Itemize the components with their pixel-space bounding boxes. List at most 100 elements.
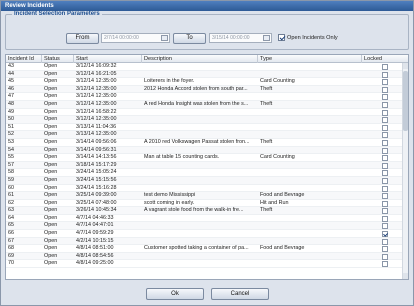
table-row[interactable]: 59 Open 3/24/14 15:15:56 xyxy=(6,176,402,185)
table-row[interactable]: 48 Open 3/12/14 12:35:00 A red Honda Insigh… xyxy=(6,100,402,109)
locked-checkbox[interactable] xyxy=(382,94,388,101)
scroll-up-arrow[interactable] xyxy=(403,63,408,69)
locked-checkbox[interactable] xyxy=(382,155,388,162)
cell-incident-id: 53 xyxy=(8,138,14,145)
table-row[interactable]: 64 Open 4/7/14 04:46:33 xyxy=(6,215,402,223)
table-row[interactable]: 65 Open 4/7/14 04:47:01 xyxy=(6,222,402,231)
table-row[interactable]: 46 Open 3/12/14 12:35:00 2012 Honda Accord … xyxy=(6,85,402,94)
col-header-incident-id[interactable]: Incident Id xyxy=(6,55,42,63)
locked-checkbox[interactable] xyxy=(382,215,388,222)
cell-description xyxy=(142,63,258,71)
locked-checkbox[interactable] xyxy=(382,71,388,78)
cell-type xyxy=(258,215,362,223)
cell-type xyxy=(258,177,362,185)
locked-checkbox[interactable] xyxy=(382,253,388,260)
table-row[interactable]: 49 Open 3/12/14 16:58:22 xyxy=(6,109,402,117)
cell-description: A red Honda Insight was stolen from the … xyxy=(144,100,249,107)
table-row[interactable]: 58 Open 3/24/14 15:05:24 xyxy=(6,169,402,177)
locked-checkbox[interactable] xyxy=(382,170,388,177)
locked-checkbox[interactable] xyxy=(382,117,388,124)
table-row[interactable]: 57 Open 3/18/14 15:17:29 xyxy=(6,161,402,170)
table-row[interactable]: 53 Open 3/14/14 09:56:06 A 2010 red Volkswa… xyxy=(6,139,402,147)
calendar-icon[interactable] xyxy=(263,35,270,41)
table-row[interactable]: 55 Open 3/14/14 14:13:56 Man at table 15 co… xyxy=(6,154,402,162)
cell-incident-id: 66 xyxy=(8,230,14,237)
to-date-field[interactable]: 3/15/14 00:00:00 xyxy=(209,33,272,43)
locked-checkbox[interactable] xyxy=(382,139,388,146)
table-row[interactable]: 66 Open 4/7/14 09:59:29 xyxy=(6,230,402,238)
locked-checkbox[interactable] xyxy=(382,223,388,230)
table-row[interactable]: 51 Open 3/13/14 11:04:36 xyxy=(6,124,402,132)
table-row[interactable]: 61 Open 3/25/14 09:39:00 test demo Mississi… xyxy=(6,192,402,200)
calendar-icon[interactable] xyxy=(161,35,168,41)
cell-start: 3/14/14 09:56:06 xyxy=(76,138,117,145)
table-row[interactable]: 44 Open 3/12/14 16:21:05 xyxy=(6,70,402,79)
table-row[interactable]: 68 Open 4/8/14 08:51:00 Customer spotted ta… xyxy=(6,245,402,253)
locked-checkbox[interactable] xyxy=(382,109,388,116)
col-header-start[interactable]: Start xyxy=(74,55,142,63)
locked-checkbox[interactable] xyxy=(382,231,388,238)
locked-checkbox[interactable] xyxy=(382,132,388,139)
col-header-status[interactable]: Status xyxy=(42,55,74,63)
cell-description xyxy=(142,162,258,170)
open-incidents-only-checkbox[interactable] xyxy=(278,34,285,41)
cell-type: Food and Bevrage xyxy=(260,245,305,252)
table-row[interactable]: 45 Open 3/12/14 12:35:00 Loiterers in the f… xyxy=(6,78,402,86)
locked-checkbox[interactable] xyxy=(382,177,388,184)
cell-description xyxy=(142,185,258,193)
cell-status: Open xyxy=(44,85,58,92)
cell-status: Open xyxy=(44,207,58,214)
cancel-button[interactable]: Cancel xyxy=(211,288,269,300)
table-row[interactable]: 52 Open 3/13/14 12:35:00 xyxy=(6,131,402,139)
scroll-down-arrow[interactable] xyxy=(403,273,408,279)
open-incidents-only-option[interactable]: Open Incidents Only xyxy=(278,33,338,42)
locked-checkbox[interactable] xyxy=(382,208,388,215)
cell-incident-id: 46 xyxy=(8,85,14,92)
cell-start: 4/7/14 04:47:01 xyxy=(76,222,114,229)
table-row[interactable]: 69 Open 4/8/14 08:54:56 xyxy=(6,252,402,261)
locked-checkbox[interactable] xyxy=(382,162,388,169)
open-incidents-only-label: Open Incidents Only xyxy=(287,34,338,41)
table-row[interactable]: 67 Open 4/2/14 10:15:15 xyxy=(6,237,402,246)
cell-status: Open xyxy=(44,214,58,221)
cell-type xyxy=(258,109,362,117)
cell-description xyxy=(142,253,258,261)
table-row[interactable]: 70 Open 4/8/14 09:25:00 xyxy=(6,260,402,269)
col-header-description[interactable]: Description xyxy=(142,55,258,63)
locked-checkbox[interactable] xyxy=(382,238,388,245)
locked-checkbox[interactable] xyxy=(382,246,388,253)
cell-incident-id: 58 xyxy=(8,169,14,176)
cell-status: Open xyxy=(44,252,58,259)
table-row[interactable]: 47 Open 3/12/14 12:35:00 xyxy=(6,93,402,101)
col-header-locked[interactable]: Locked xyxy=(362,55,408,63)
to-button[interactable]: To xyxy=(173,33,206,44)
table-row[interactable]: 54 Open 3/14/14 09:56:31 xyxy=(6,146,402,155)
locked-checkbox[interactable] xyxy=(382,124,388,131)
table-row[interactable]: 60 Open 3/24/14 15:16:28 xyxy=(6,185,402,193)
cell-description xyxy=(142,93,258,101)
scroll-thumb[interactable] xyxy=(403,71,408,131)
cell-description xyxy=(142,230,258,238)
table-row[interactable]: 62 Open 3/25/14 07:48:00 scott coming in ea… xyxy=(6,200,402,208)
from-date-field[interactable]: 2/7/14 00:00:00 xyxy=(101,33,170,43)
cell-description xyxy=(142,116,258,124)
locked-checkbox[interactable] xyxy=(382,79,388,86)
locked-checkbox[interactable] xyxy=(382,200,388,207)
locked-checkbox[interactable] xyxy=(382,101,388,108)
locked-checkbox[interactable] xyxy=(382,86,388,93)
locked-checkbox[interactable] xyxy=(382,193,388,200)
table-row[interactable]: 43 Open 3/12/14 16:09:32 xyxy=(6,63,402,71)
locked-checkbox[interactable] xyxy=(382,261,388,268)
cell-status: Open xyxy=(44,199,58,206)
cell-start: 3/24/14 15:16:28 xyxy=(76,184,117,191)
table-row[interactable]: 50 Open 3/12/14 12:35:00 xyxy=(6,116,402,124)
ok-button[interactable]: Ok xyxy=(146,288,204,300)
cell-incident-id: 55 xyxy=(8,154,14,161)
table-row[interactable]: 63 Open 3/26/14 10:45:34 A vagrant stole fo… xyxy=(6,207,402,215)
vertical-scrollbar[interactable] xyxy=(402,63,408,279)
from-button[interactable]: From xyxy=(66,33,99,44)
locked-checkbox[interactable] xyxy=(382,185,388,192)
locked-checkbox[interactable] xyxy=(382,64,388,70)
locked-checkbox[interactable] xyxy=(382,147,388,154)
col-header-type[interactable]: Type xyxy=(258,55,362,63)
